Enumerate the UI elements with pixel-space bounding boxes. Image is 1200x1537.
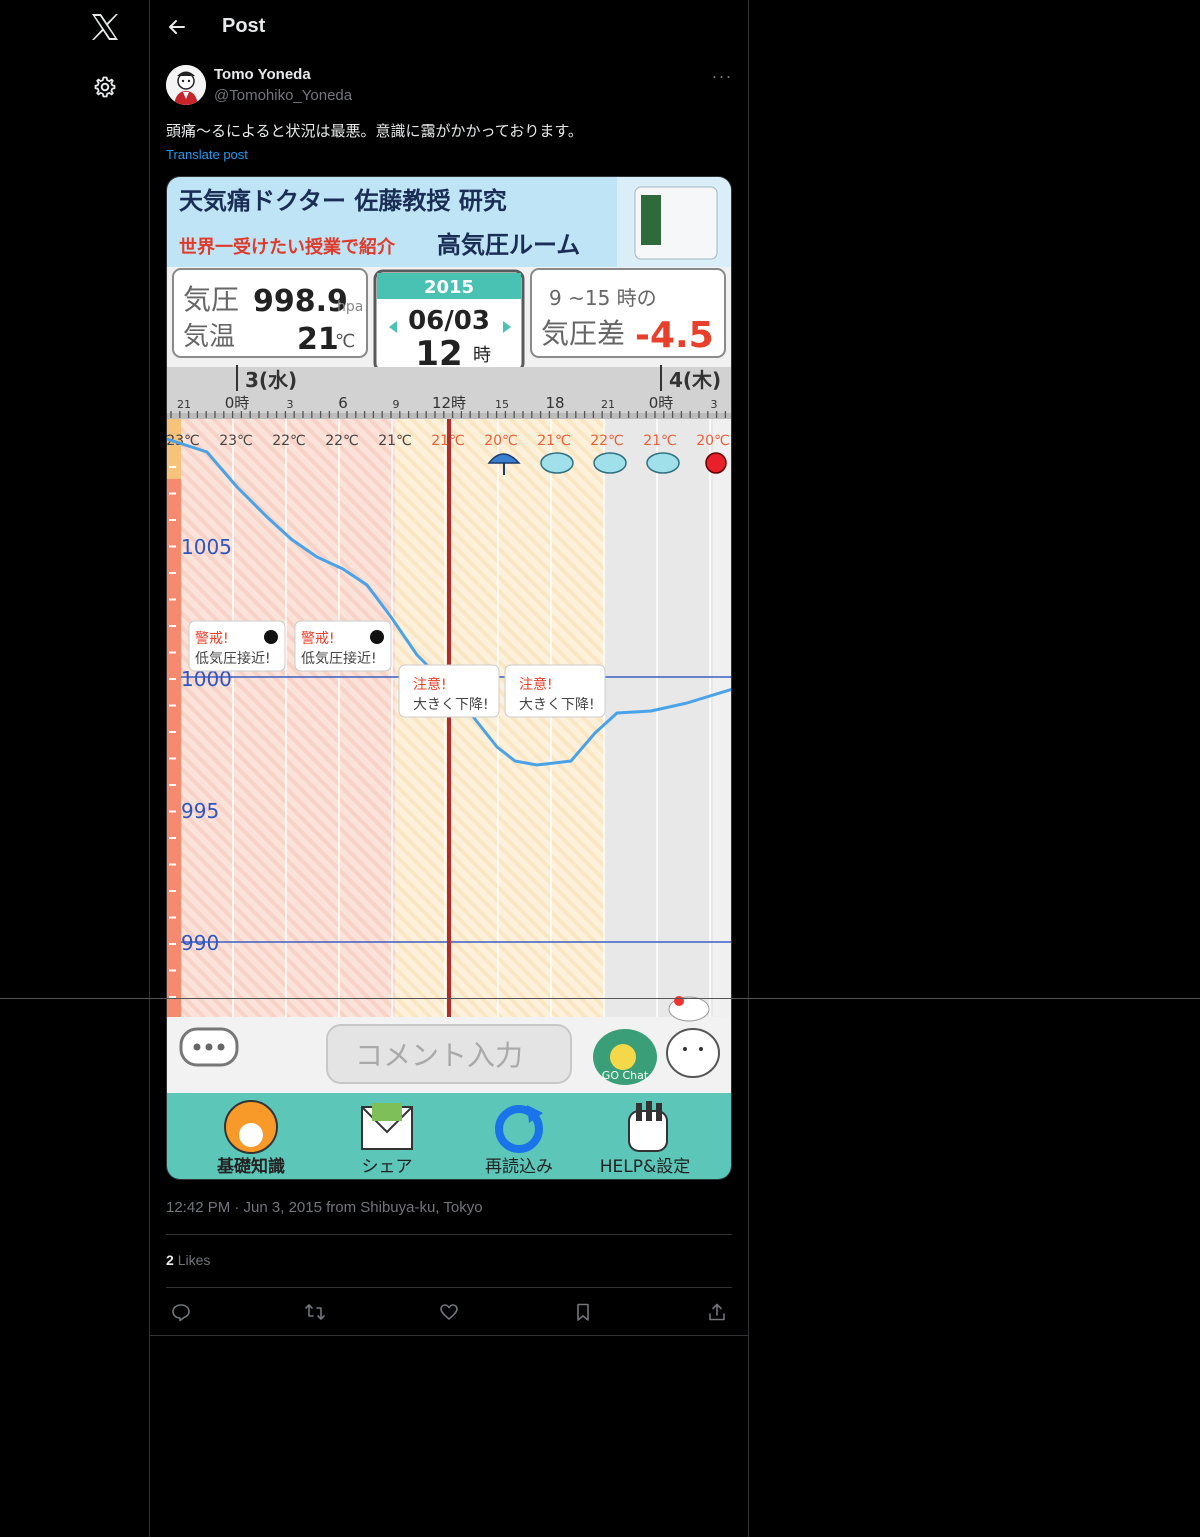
- temperature-label: 22℃: [272, 433, 306, 449]
- diff-value: -4.5: [635, 315, 714, 356]
- svg-text:低気圧接近!: 低気圧接近!: [195, 650, 271, 667]
- alert-big-drop-1: 注意! 大きく下降!: [398, 664, 500, 718]
- temperature-label: 23℃: [219, 433, 253, 449]
- temperature-label: 21℃: [643, 433, 677, 449]
- temp-unit: ℃: [335, 331, 355, 352]
- diff-label: 気圧差: [541, 317, 625, 350]
- alert-big-drop-2: 注意! 大きく下降!: [504, 664, 606, 718]
- axis-label-990: 990: [181, 931, 219, 955]
- likes-label: Likes: [177, 1252, 211, 1268]
- time-tick-label: 3: [711, 398, 718, 411]
- svg-text:基礎知識: 基礎知識: [216, 1156, 285, 1177]
- svg-text:大きく下降!: 大きく下降!: [519, 697, 595, 713]
- temp-label: 気温: [183, 322, 235, 352]
- banner-subtitle: 世界一受けたい授業で紹介: [179, 236, 396, 258]
- page-title: Post: [222, 15, 266, 37]
- time-tick-label: 0時: [225, 394, 250, 412]
- svg-text:低気圧接近!: 低気圧接近!: [301, 650, 377, 667]
- svg-text:注意!: 注意!: [413, 676, 447, 693]
- main-column: Post Tomo Yoneda @Tomohiko_Yoneda ··· 頭痛…: [150, 0, 749, 1537]
- banner-room: 高気圧ルーム: [437, 231, 580, 259]
- divider: [150, 1335, 749, 1336]
- pressure-value: 998.9: [253, 284, 348, 319]
- svg-text:シェア: シェア: [362, 1157, 413, 1177]
- like-icon[interactable]: [434, 1298, 464, 1326]
- translate-link[interactable]: Translate post: [166, 147, 248, 162]
- svg-text:GO Chat: GO Chat: [602, 1069, 649, 1082]
- temperature-label: 21℃: [537, 433, 571, 449]
- tab-share[interactable]: シェア: [361, 1103, 413, 1177]
- gear-icon[interactable]: [91, 73, 119, 101]
- alert-low-pressure-2: 警戒! 低気圧接近!: [294, 620, 392, 672]
- pressure-unit: hpa: [337, 299, 363, 315]
- time-tick-label: 3: [287, 398, 294, 411]
- left-nav: [0, 0, 150, 1537]
- day1-label: 3(水): [245, 368, 297, 392]
- author-handle[interactable]: @Tomohiko_Yoneda: [214, 87, 352, 104]
- date-year: 2015: [424, 277, 474, 298]
- time-tick-label: 21: [177, 398, 191, 411]
- day2-label: 4(木): [669, 368, 721, 392]
- svg-text:警戒!: 警戒!: [301, 631, 335, 647]
- time-tick-label: 6: [338, 394, 348, 412]
- svg-text:再読込み: 再読込み: [485, 1157, 553, 1177]
- time-tick-label: 18: [545, 394, 564, 412]
- cloud-icon: [593, 452, 627, 474]
- temperature-label: 22℃: [325, 433, 359, 449]
- temperature-label: 20℃: [484, 433, 518, 449]
- share-icon[interactable]: [702, 1298, 732, 1326]
- svg-text:注意!: 注意!: [519, 676, 553, 693]
- temperature-label: 20℃: [696, 433, 730, 449]
- temperature-label: 22℃: [590, 433, 624, 449]
- author-name[interactable]: Tomo Yoneda: [214, 66, 311, 83]
- bookmark-icon[interactable]: [568, 1298, 598, 1326]
- back-arrow-icon[interactable]: [164, 14, 190, 40]
- repost-icon[interactable]: [300, 1298, 330, 1326]
- temperature-label: 21℃: [378, 433, 412, 449]
- likes-count[interactable]: 2 Likes: [166, 1252, 210, 1268]
- divider: [166, 1234, 732, 1235]
- comment-placeholder: コメント入力: [355, 1039, 523, 1072]
- post-timestamp[interactable]: 12:42 PM · Jun 3, 2015 from Shibuya-ku, …: [166, 1199, 483, 1216]
- divider: [166, 1287, 732, 1288]
- date-hour-unit: 時: [473, 345, 491, 366]
- date-day: 06/03: [408, 306, 490, 336]
- window-divider-line: [0, 998, 1200, 999]
- time-tick-label: 0時: [649, 394, 674, 412]
- axis-label-1005: 1005: [181, 535, 232, 559]
- post-image[interactable]: 天気痛ドクター 佐藤教授 研究 世界一受けたい授業で紹介 高気圧ルーム 気圧 9…: [166, 176, 732, 1180]
- cloud-icon: [540, 452, 574, 474]
- axis-label-995: 995: [181, 799, 219, 823]
- time-tick-label: 12時: [432, 394, 466, 412]
- chat-bubble-icon[interactable]: [179, 1027, 239, 1067]
- pressure-label: 気圧: [183, 283, 239, 316]
- time-tick-label: 21: [601, 398, 615, 411]
- action-bar: [166, 1298, 732, 1326]
- time-tick-label: 9: [393, 398, 400, 411]
- go-chat-button[interactable]: GO Chat: [593, 1029, 657, 1085]
- post-text: 頭痛〜るによると状況は最悪。意識に靄がかかっております。: [166, 122, 583, 140]
- likes-number: 2: [166, 1252, 174, 1268]
- svg-text:警戒!: 警戒!: [195, 631, 229, 647]
- alert-low-pressure-1: 警戒! 低気圧接近!: [188, 620, 286, 672]
- diff-range: 9 ~15 時の: [549, 286, 657, 310]
- banner-title: 天気痛ドクター 佐藤教授 研究: [179, 187, 507, 215]
- temp-value: 21: [297, 322, 339, 357]
- top-bar: Post: [150, 0, 749, 54]
- x-logo-icon[interactable]: [88, 10, 122, 44]
- reply-icon[interactable]: [166, 1298, 196, 1326]
- avatar[interactable]: [166, 65, 206, 105]
- cloud-icon: [646, 452, 680, 474]
- svg-text:HELP&設定: HELP&設定: [600, 1157, 691, 1177]
- more-options-icon[interactable]: ···: [710, 66, 734, 86]
- svg-text:大きく下降!: 大きく下降!: [413, 697, 489, 713]
- time-tick-label: 15: [495, 398, 509, 411]
- sun-icon: [705, 452, 727, 474]
